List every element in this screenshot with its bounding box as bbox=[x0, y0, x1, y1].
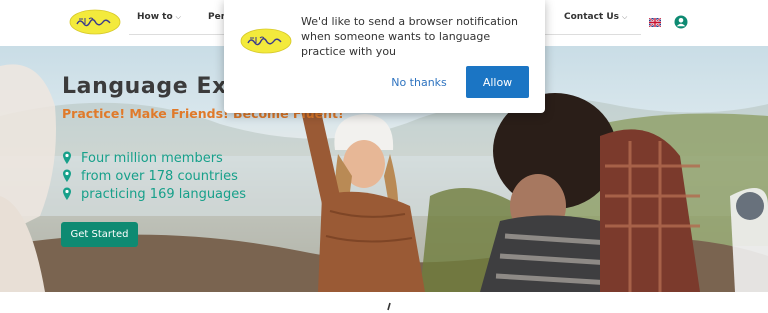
nav-item-contact-us[interactable]: Contact Us ⌵ bbox=[564, 10, 627, 24]
nav-item-label: Contact Us bbox=[564, 12, 620, 22]
stat-item: from over 178 countries bbox=[62, 167, 246, 185]
no-thanks-button[interactable]: No thanks bbox=[376, 66, 462, 98]
stat-text: Four million members bbox=[81, 150, 223, 166]
site-logo[interactable] bbox=[69, 9, 121, 35]
map-pin-icon bbox=[63, 151, 71, 164]
nav-item-how-to[interactable]: How to ⌵ bbox=[137, 10, 181, 24]
nav-divider bbox=[129, 34, 224, 35]
map-pin-icon bbox=[63, 169, 71, 182]
nav-divider bbox=[545, 34, 641, 35]
uk-flag-icon[interactable] bbox=[649, 18, 661, 27]
nav-item-label: How to bbox=[137, 12, 173, 22]
allow-button[interactable]: Allow bbox=[466, 66, 529, 98]
member-stats-list: Four million members from over 178 count… bbox=[62, 149, 246, 203]
stat-text: from over 178 countries bbox=[81, 168, 238, 184]
stat-text: practicing 169 languages bbox=[81, 186, 247, 202]
site-logo bbox=[240, 28, 292, 54]
stat-item: practicing 169 languages bbox=[62, 185, 246, 203]
notification-message: We'd like to send a browser notification… bbox=[301, 15, 518, 58]
get-started-button[interactable]: Get Started bbox=[61, 222, 138, 247]
hero-title: Language Ex bbox=[62, 74, 227, 99]
chevron-down-icon: ⌵ bbox=[175, 13, 181, 21]
notification-permission-prompt: We'd like to send a browser notification… bbox=[224, 0, 545, 113]
chevron-down-icon: ⌵ bbox=[622, 13, 628, 21]
stat-item: Four million members bbox=[62, 149, 246, 167]
user-circle-icon[interactable] bbox=[674, 15, 688, 29]
section-icon bbox=[387, 302, 391, 311]
map-pin-icon bbox=[63, 187, 71, 200]
